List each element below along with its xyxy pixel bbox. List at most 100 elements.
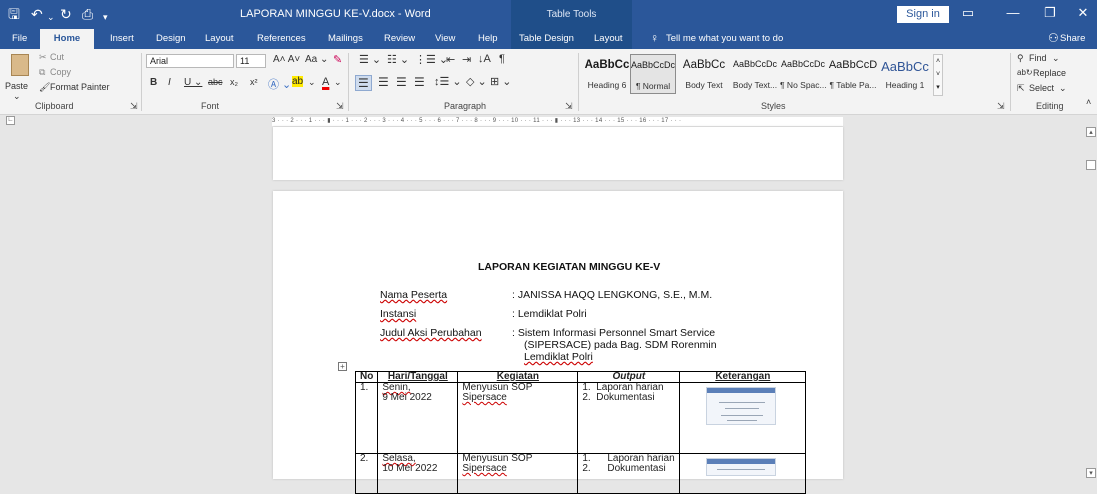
ribbon-display-icon[interactable]: ▭ xyxy=(958,5,978,21)
bullets-icon[interactable]: ☰ ⌄ xyxy=(359,53,381,66)
decrease-indent-icon[interactable]: ⇤ xyxy=(446,53,455,66)
styles-launcher-icon[interactable]: ⇲ xyxy=(997,101,1005,112)
shading-icon[interactable]: ◇ ⌄ xyxy=(466,75,487,88)
styles-scroll[interactable]: ˄ ˅ ▾ xyxy=(933,54,943,96)
restore-icon[interactable]: ❐ xyxy=(1040,5,1060,21)
tab-mailings[interactable]: Mailings xyxy=(328,33,363,44)
borders-icon[interactable]: ⊞ ⌄ xyxy=(490,75,512,88)
share-button[interactable]: Share xyxy=(1060,33,1085,44)
tab-file[interactable]: File xyxy=(12,33,27,44)
undo-icon[interactable]: ↶ xyxy=(31,6,43,22)
undo-dropdown-icon[interactable]: ⌄ xyxy=(47,9,55,25)
paste-label: Paste xyxy=(5,81,29,91)
redo-icon[interactable]: ↻ xyxy=(60,6,72,22)
tab-layout[interactable]: Layout xyxy=(205,33,234,44)
format-painter-button[interactable]: Format Painter xyxy=(50,82,110,92)
style-heading-1[interactable]: AaBbCc Heading 1 xyxy=(880,54,930,94)
align-center-icon[interactable]: ☰ xyxy=(378,75,389,89)
scroll-down-icon[interactable]: ▾ xyxy=(1086,468,1096,478)
sign-in-button[interactable]: Sign in xyxy=(897,6,949,23)
document-thumbnail-image xyxy=(706,387,777,425)
highlight-dropdown-icon[interactable]: ⌄ xyxy=(308,77,316,88)
select-button[interactable]: Select xyxy=(1029,83,1054,93)
tab-design[interactable]: Design xyxy=(156,33,186,44)
select-dropdown-icon[interactable]: ⌄ xyxy=(1059,83,1067,94)
collapse-ribbon-icon[interactable]: ˄ xyxy=(1086,97,1091,107)
multilevel-list-icon[interactable]: ⋮☰ ⌄ xyxy=(415,53,448,66)
style-no-spacing[interactable]: AaBbCcDc ¶ No Spac... xyxy=(780,54,826,94)
line-spacing-icon[interactable]: ↕☰ ⌄ xyxy=(434,75,462,88)
font-size-box[interactable]: 11 xyxy=(236,54,266,68)
style-sample: AaBbCc xyxy=(584,59,630,71)
style-heading-6[interactable]: AaBbCc Heading 6 xyxy=(584,54,630,94)
print-preview-icon[interactable]: ⎙ xyxy=(82,6,93,22)
share-icon[interactable]: ⚇ xyxy=(1048,31,1059,45)
paragraph-launcher-icon[interactable]: ⇲ xyxy=(565,101,573,112)
font-name-box[interactable]: Arial xyxy=(146,54,234,68)
horizontal-ruler[interactable]: 3 · · · 2 · · · 1 · · · ▮ · · · 1 · · · … xyxy=(272,117,843,126)
tab-home[interactable]: Home xyxy=(40,29,94,49)
tab-selector-icon[interactable]: ∟ xyxy=(6,116,15,125)
show-formatting-icon[interactable]: ¶ xyxy=(499,53,505,65)
customize-qat-icon[interactable]: ▾ xyxy=(103,9,108,25)
tab-table-layout[interactable]: Layout xyxy=(594,33,623,44)
bold-icon[interactable]: B xyxy=(150,77,157,88)
scroll-up-icon[interactable]: ▴ xyxy=(1086,127,1096,137)
subscript-icon[interactable]: x₂ xyxy=(230,77,238,87)
table-row[interactable]: 2. Selasa, 10 Mei 2022 Menyusun SOP Sipers… xyxy=(354,453,807,494)
tell-me-search[interactable]: Tell me what you want to do xyxy=(666,33,783,44)
font-color-icon[interactable]: A xyxy=(322,76,329,88)
replace-button[interactable]: Replace xyxy=(1033,68,1066,78)
find-button[interactable]: Find xyxy=(1029,53,1047,63)
italic-icon[interactable]: I xyxy=(168,77,171,88)
cut-button[interactable]: Cut xyxy=(50,52,64,62)
table-move-handle-icon[interactable]: + xyxy=(338,362,347,371)
paste-dropdown-icon: ⌄ xyxy=(13,91,21,101)
cell-date: Senin, 9 Mei 2022 xyxy=(377,382,459,454)
ribbon-tabs: File Home Insert Design Layout Reference… xyxy=(0,29,1097,49)
scroll-thumb[interactable] xyxy=(1086,160,1096,170)
cell-output: 1. Laporan harian 2. Dokumentasi xyxy=(577,453,681,494)
change-case-icon[interactable]: Aa ⌄ xyxy=(305,54,328,65)
vertical-scrollbar[interactable]: ▴ ▾ xyxy=(1085,127,1097,479)
minimize-icon[interactable]: — xyxy=(1003,5,1023,20)
align-left-icon[interactable]: ☰ xyxy=(355,75,372,91)
replace-icon: ab↻ xyxy=(1017,68,1033,77)
close-icon[interactable]: ✕ xyxy=(1073,5,1093,21)
style-normal[interactable]: AaBbCcDc ¶ Normal xyxy=(630,54,676,94)
cell-keterangan xyxy=(679,382,807,454)
style-sample: AaBbCcDc xyxy=(631,60,675,70)
style-table-paragraph[interactable]: AaBbCcD ¶ Table Pa... xyxy=(828,54,878,94)
align-right-icon[interactable]: ☰ xyxy=(396,75,407,89)
paste-button[interactable]: Paste ⌄ xyxy=(5,54,35,101)
tab-review[interactable]: Review xyxy=(384,33,415,44)
table-tools-label: Table Tools xyxy=(546,9,597,20)
save-icon[interactable]: 🖫 xyxy=(8,6,20,22)
clear-formatting-icon[interactable]: ✎ xyxy=(333,53,342,66)
text-effects-icon[interactable]: Ⓐ ⌄ xyxy=(268,76,291,92)
strikethrough-icon[interactable]: abc xyxy=(208,77,223,87)
style-name: ¶ Normal xyxy=(635,81,671,91)
style-body-text-2[interactable]: AaBbCcDc Body Text... xyxy=(732,54,778,94)
increase-indent-icon[interactable]: ⇥ xyxy=(462,53,471,66)
sort-icon[interactable]: ↓A xyxy=(478,53,491,65)
tab-references[interactable]: References xyxy=(257,33,306,44)
justify-icon[interactable]: ☰ xyxy=(414,75,425,89)
tab-view[interactable]: View xyxy=(435,33,455,44)
style-body-text[interactable]: AaBbCc Body Text xyxy=(678,54,730,94)
highlight-icon[interactable]: ab xyxy=(292,76,304,87)
tab-insert[interactable]: Insert xyxy=(110,33,134,44)
find-dropdown-icon[interactable]: ⌄ xyxy=(1052,53,1060,64)
grow-font-icon[interactable]: A˄ A˅ xyxy=(273,54,300,65)
title-bar: 🖫 ↶ ⌄ ↻ ⎙ ▾ LAPORAN MINGGU KE-V.docx - W… xyxy=(0,0,1097,29)
table-row[interactable]: 1. Senin, 9 Mei 2022 Menyusun SOP Sipersac… xyxy=(354,382,807,454)
numbering-icon[interactable]: ☷ ⌄ xyxy=(387,53,409,66)
font-launcher-icon[interactable]: ⇲ xyxy=(336,101,344,112)
copy-button[interactable]: Copy xyxy=(50,67,71,77)
tab-table-design[interactable]: Table Design xyxy=(519,33,574,44)
font-color-dropdown-icon[interactable]: ⌄ xyxy=(334,77,342,88)
superscript-icon[interactable]: x² xyxy=(250,77,258,87)
tab-help[interactable]: Help xyxy=(478,33,498,44)
clipboard-launcher-icon[interactable]: ⇲ xyxy=(130,101,138,112)
underline-icon[interactable]: U ⌄ xyxy=(184,77,202,88)
